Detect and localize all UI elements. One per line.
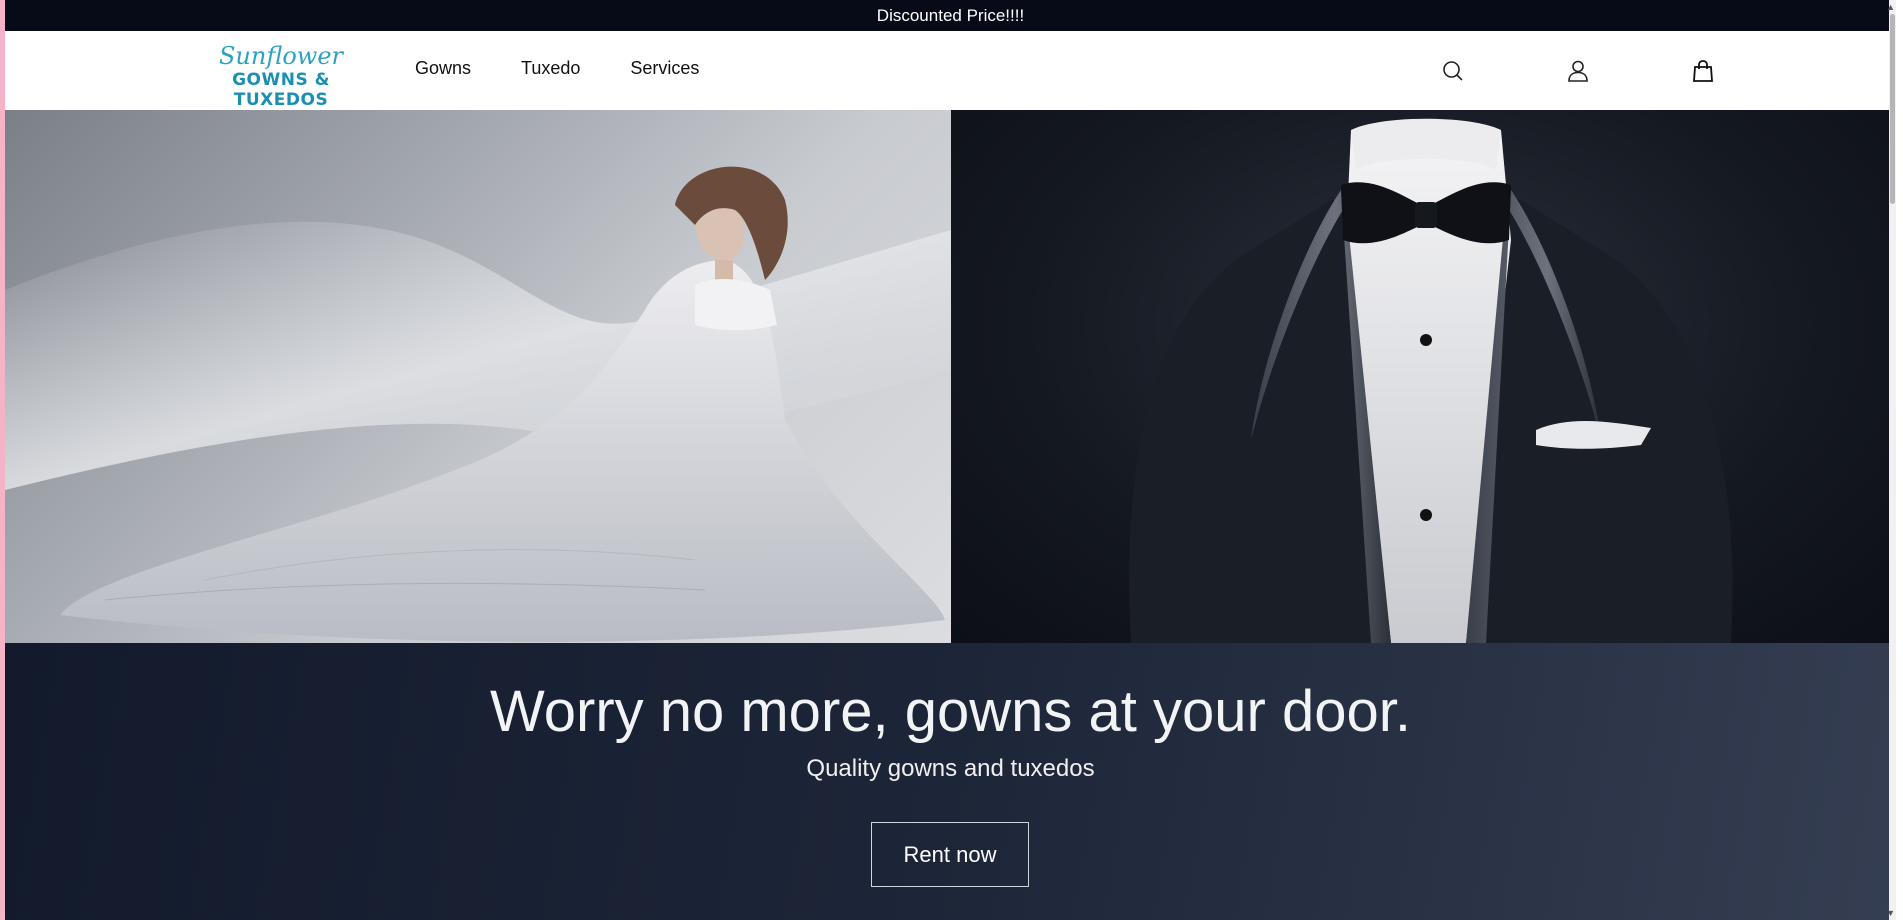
- hero-image-tuxedo: [951, 110, 1896, 643]
- hero-banner: [5, 110, 1896, 643]
- shopping-bag-icon[interactable]: [1690, 58, 1716, 84]
- announcement-bar: Discounted Price!!!!: [5, 0, 1896, 31]
- nav-link-services[interactable]: Services: [630, 58, 699, 79]
- main-nav: Gowns Tuxedo Services: [415, 58, 699, 79]
- logo-brand-name: GOWNS & TUXEDOS: [232, 70, 330, 110]
- page: Discounted Price!!!! Sunflower GOWNS & T…: [5, 0, 1896, 920]
- nav-link-tuxedo[interactable]: Tuxedo: [521, 58, 580, 79]
- page-scrollbar[interactable]: ▲ ▼: [1886, 0, 1896, 920]
- scrollbar-thumb[interactable]: [1890, 14, 1895, 204]
- announcement-text: Discounted Price!!!!: [876, 5, 1025, 25]
- cta-section: Worry no more, gowns at your door. Quali…: [5, 643, 1896, 920]
- logo-script-text: Sunflower: [218, 42, 344, 70]
- site-header: Sunflower GOWNS & TUXEDOS Gowns Tuxedo S…: [5, 31, 1896, 110]
- user-icon[interactable]: [1565, 58, 1591, 84]
- hero-headline: Worry no more, gowns at your door.: [490, 679, 1411, 744]
- scroll-down-arrow-icon[interactable]: ▼: [1886, 908, 1895, 918]
- hero-image-gown: [5, 110, 951, 643]
- search-icon[interactable]: [1440, 58, 1466, 84]
- hero-subheadline: Quality gowns and tuxedos: [806, 755, 1095, 782]
- tuxedo-illustration: [1129, 118, 1733, 643]
- scroll-up-arrow-icon[interactable]: ▲: [1886, 2, 1895, 12]
- brand-logo[interactable]: Sunflower GOWNS & TUXEDOS: [191, 44, 371, 110]
- rent-now-button[interactable]: Rent now: [871, 822, 1029, 887]
- gown-illustration: [5, 166, 951, 642]
- nav-link-gowns[interactable]: Gowns: [415, 58, 471, 79]
